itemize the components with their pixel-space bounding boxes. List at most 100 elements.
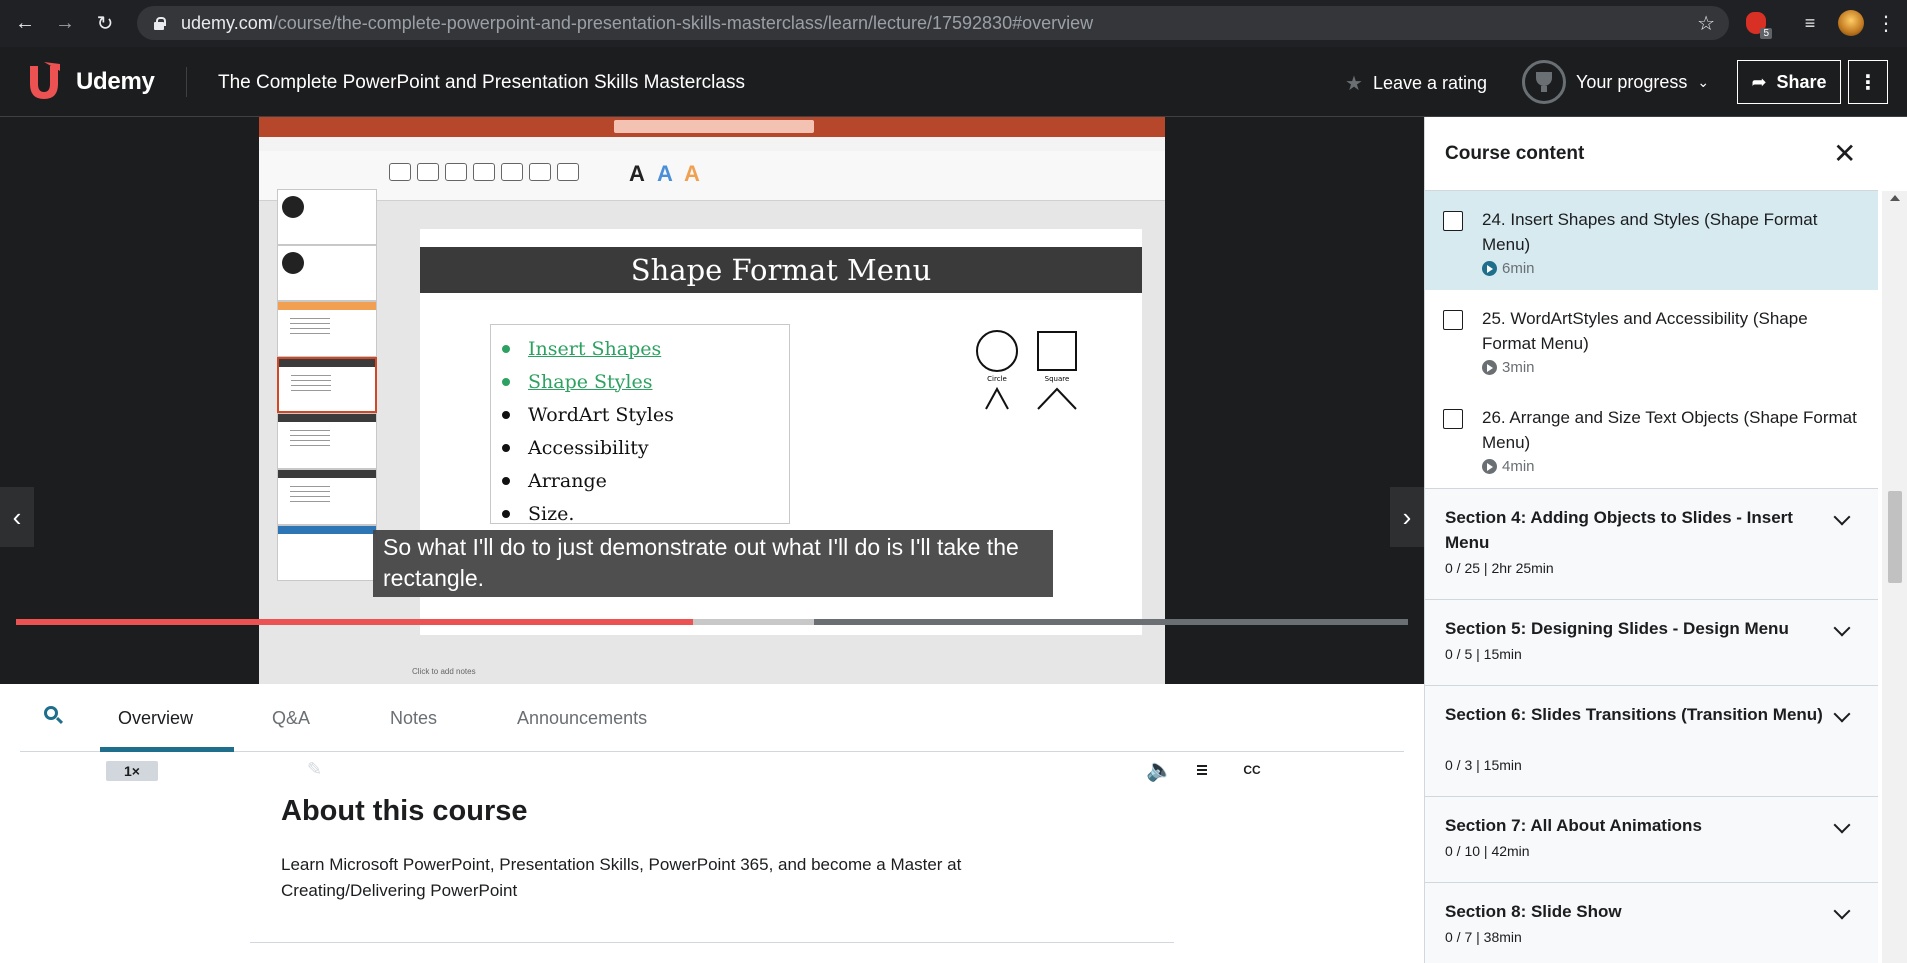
progress-scrubber[interactable] — [16, 619, 1408, 625]
scroll-up-arrow-icon[interactable] — [1890, 195, 1900, 201]
lecture-item[interactable]: 24. Insert Shapes and Styles (Shape Form… — [1425, 191, 1878, 290]
volume-icon[interactable]: 🔈 — [1146, 757, 1173, 783]
lecture-checkbox[interactable] — [1443, 211, 1463, 231]
slide-shapes: Circle Square — [976, 330, 1077, 410]
leave-rating-button[interactable]: ★ Leave a rating — [1345, 71, 1487, 96]
reload-icon[interactable]: ↻ — [90, 9, 120, 39]
tab-announcements[interactable]: Announcements — [517, 708, 647, 729]
ppt-title-bar — [259, 117, 1165, 137]
share-button[interactable]: ➦ Share — [1737, 60, 1841, 104]
address-bar[interactable]: udemy.com/course/the-complete-powerpoint… — [137, 6, 1729, 40]
section-stats: 0 / 25 | 2hr 25min — [1445, 560, 1554, 576]
forward-icon[interactable]: ↻ — [172, 757, 192, 786]
udemy-logo[interactable]: Udemy — [20, 62, 155, 102]
section-item[interactable]: Section 6: Slides Transitions (Transitio… — [1425, 685, 1878, 796]
lecture-item[interactable]: 26. Arrange and Size Text Objects (Shape… — [1425, 389, 1878, 488]
chevron-down-icon[interactable] — [1833, 816, 1851, 834]
course-header: Udemy The Complete PowerPoint and Presen… — [0, 47, 1907, 117]
lecture-title: 26. Arrange and Size Text Objects (Shape… — [1482, 408, 1857, 452]
close-icon[interactable]: ✕ — [1833, 137, 1856, 170]
slide-bullet: WordArt Styles — [502, 398, 674, 431]
tab-overview[interactable]: Overview — [118, 708, 193, 729]
add-note-icon[interactable]: ✎ — [307, 759, 322, 780]
slide-thumbnail[interactable] — [277, 301, 377, 357]
lock-icon — [153, 16, 166, 30]
chevron-down-icon[interactable] — [1833, 902, 1851, 920]
tab-qa[interactable]: Q&A — [272, 708, 310, 729]
circle-label: Circle — [987, 375, 1007, 383]
bookmark-star-icon[interactable]: ☆ — [1697, 11, 1715, 36]
more-options-button[interactable]: ⋮ — [1848, 60, 1888, 104]
brand-name: Udemy — [76, 68, 155, 95]
your-progress-button[interactable]: Your progress ⌄ — [1522, 60, 1709, 104]
section-item[interactable]: Section 7: All About Animations 0 / 10 |… — [1425, 796, 1878, 882]
tab-notes[interactable]: Notes — [390, 708, 437, 729]
reading-list-icon[interactable]: ≡ — [1796, 9, 1824, 37]
course-title[interactable]: The Complete PowerPoint and Presentation… — [218, 72, 745, 94]
fullscreen-icon[interactable]: ⤢ — [1329, 755, 1350, 787]
next-lecture-button[interactable]: › — [1390, 487, 1424, 547]
time-display: 2:41 / 5:32 — [210, 761, 288, 778]
chevron-down-icon[interactable] — [1833, 705, 1851, 723]
section-title: Section 7: All About Animations — [1445, 816, 1702, 835]
active-tab-indicator — [100, 747, 234, 752]
playback-speed-button[interactable]: 1× — [106, 761, 158, 781]
captions-button[interactable]: CC — [1238, 759, 1266, 781]
extension-shield-icon[interactable]: 5 — [1742, 9, 1772, 39]
slide-thumbnail-selected[interactable] — [277, 357, 377, 413]
scrollbar-thumb[interactable] — [1888, 491, 1902, 583]
expand-theater-icon[interactable]: ↔ — [1371, 759, 1405, 781]
section-item[interactable]: Section 8: Slide Show 0 / 7 | 38min — [1425, 882, 1878, 963]
url-text[interactable]: udemy.com/course/the-complete-powerpoint… — [181, 13, 1093, 34]
rating-label: Leave a rating — [1372, 73, 1488, 93]
section-stats: 0 / 10 | 42min — [1445, 843, 1530, 859]
slide-bullet: Insert Shapes — [502, 332, 674, 365]
back-icon[interactable]: ← — [10, 9, 40, 39]
section-item[interactable]: Section 5: Designing Slides - Design Men… — [1425, 599, 1878, 685]
slide-bullet: Size. — [502, 497, 674, 530]
rewind-icon[interactable]: ↺ — [66, 757, 86, 786]
lecture-duration: 6min — [1482, 260, 1535, 277]
chevron-down-icon: ⌄ — [1697, 73, 1710, 90]
search-icon[interactable] — [44, 706, 64, 726]
slide-title: Shape Format Menu — [420, 247, 1142, 293]
udemy-logo-icon — [20, 62, 72, 102]
slide-bullet: Shape Styles — [502, 365, 674, 398]
slide-thumbnail[interactable] — [277, 413, 377, 469]
progress-label: Your progress — [1576, 71, 1688, 92]
slide-thumbnail[interactable] — [277, 189, 377, 245]
browser-menu-icon[interactable]: ⋮ — [1872, 9, 1900, 37]
video-player[interactable]: A A A Shape Format Menu Insert Shapes Sh… — [0, 117, 1424, 684]
lecture-checkbox[interactable] — [1443, 409, 1463, 429]
share-arrow-icon: ➦ — [1751, 71, 1767, 92]
transcript-icon[interactable] — [1193, 757, 1211, 781]
lecture-item[interactable]: 25. WordArtStyles and Accessibility (Sha… — [1425, 290, 1878, 389]
settings-gear-icon[interactable]: ⚙ — [1283, 755, 1306, 786]
lecture-checkbox[interactable] — [1443, 310, 1463, 330]
slide-thumbnail[interactable] — [277, 245, 377, 301]
sidebar-scrollbar[interactable] — [1882, 191, 1907, 963]
course-content-sidebar: Course content ✕ 24. Insert Shapes and S… — [1424, 117, 1907, 963]
lecture-title: 25. WordArtStyles and Accessibility (Sha… — [1482, 309, 1808, 353]
play-circle-icon — [1482, 261, 1497, 276]
square-label: Square — [1045, 375, 1070, 383]
section-stats: 0 / 3 | 15min — [1445, 757, 1522, 773]
section-item[interactable]: Section 4: Adding Objects to Slides - In… — [1425, 488, 1878, 599]
player-controls: ↺ 1× ↻ 2:41 / 5:32 ✎ 🔈 CC ⚙ ⤢ ↔ — [0, 753, 1424, 789]
chevron-down-icon[interactable] — [1833, 508, 1851, 526]
lecture-duration: 3min — [1482, 359, 1535, 376]
chevron-down-icon[interactable] — [1833, 619, 1851, 637]
slide-bullet: Arrange — [502, 464, 674, 497]
section-stats: 0 / 5 | 15min — [1445, 646, 1522, 662]
previous-lecture-button[interactable]: ‹ — [0, 487, 34, 547]
slide-thumbnail[interactable] — [277, 469, 377, 525]
lecture-duration: 4min — [1482, 458, 1535, 475]
pause-icon[interactable] — [24, 759, 42, 777]
notes-placeholder: Click to add notes — [412, 667, 476, 676]
slide-thumbnail[interactable] — [277, 525, 377, 581]
video-frame: A A A Shape Format Menu Insert Shapes Sh… — [259, 117, 1165, 684]
slide-bullet: Accessibility — [502, 431, 674, 464]
forward-icon[interactable]: → — [50, 9, 80, 39]
section-stats: 0 / 7 | 38min — [1445, 929, 1522, 945]
profile-avatar[interactable] — [1837, 9, 1865, 37]
